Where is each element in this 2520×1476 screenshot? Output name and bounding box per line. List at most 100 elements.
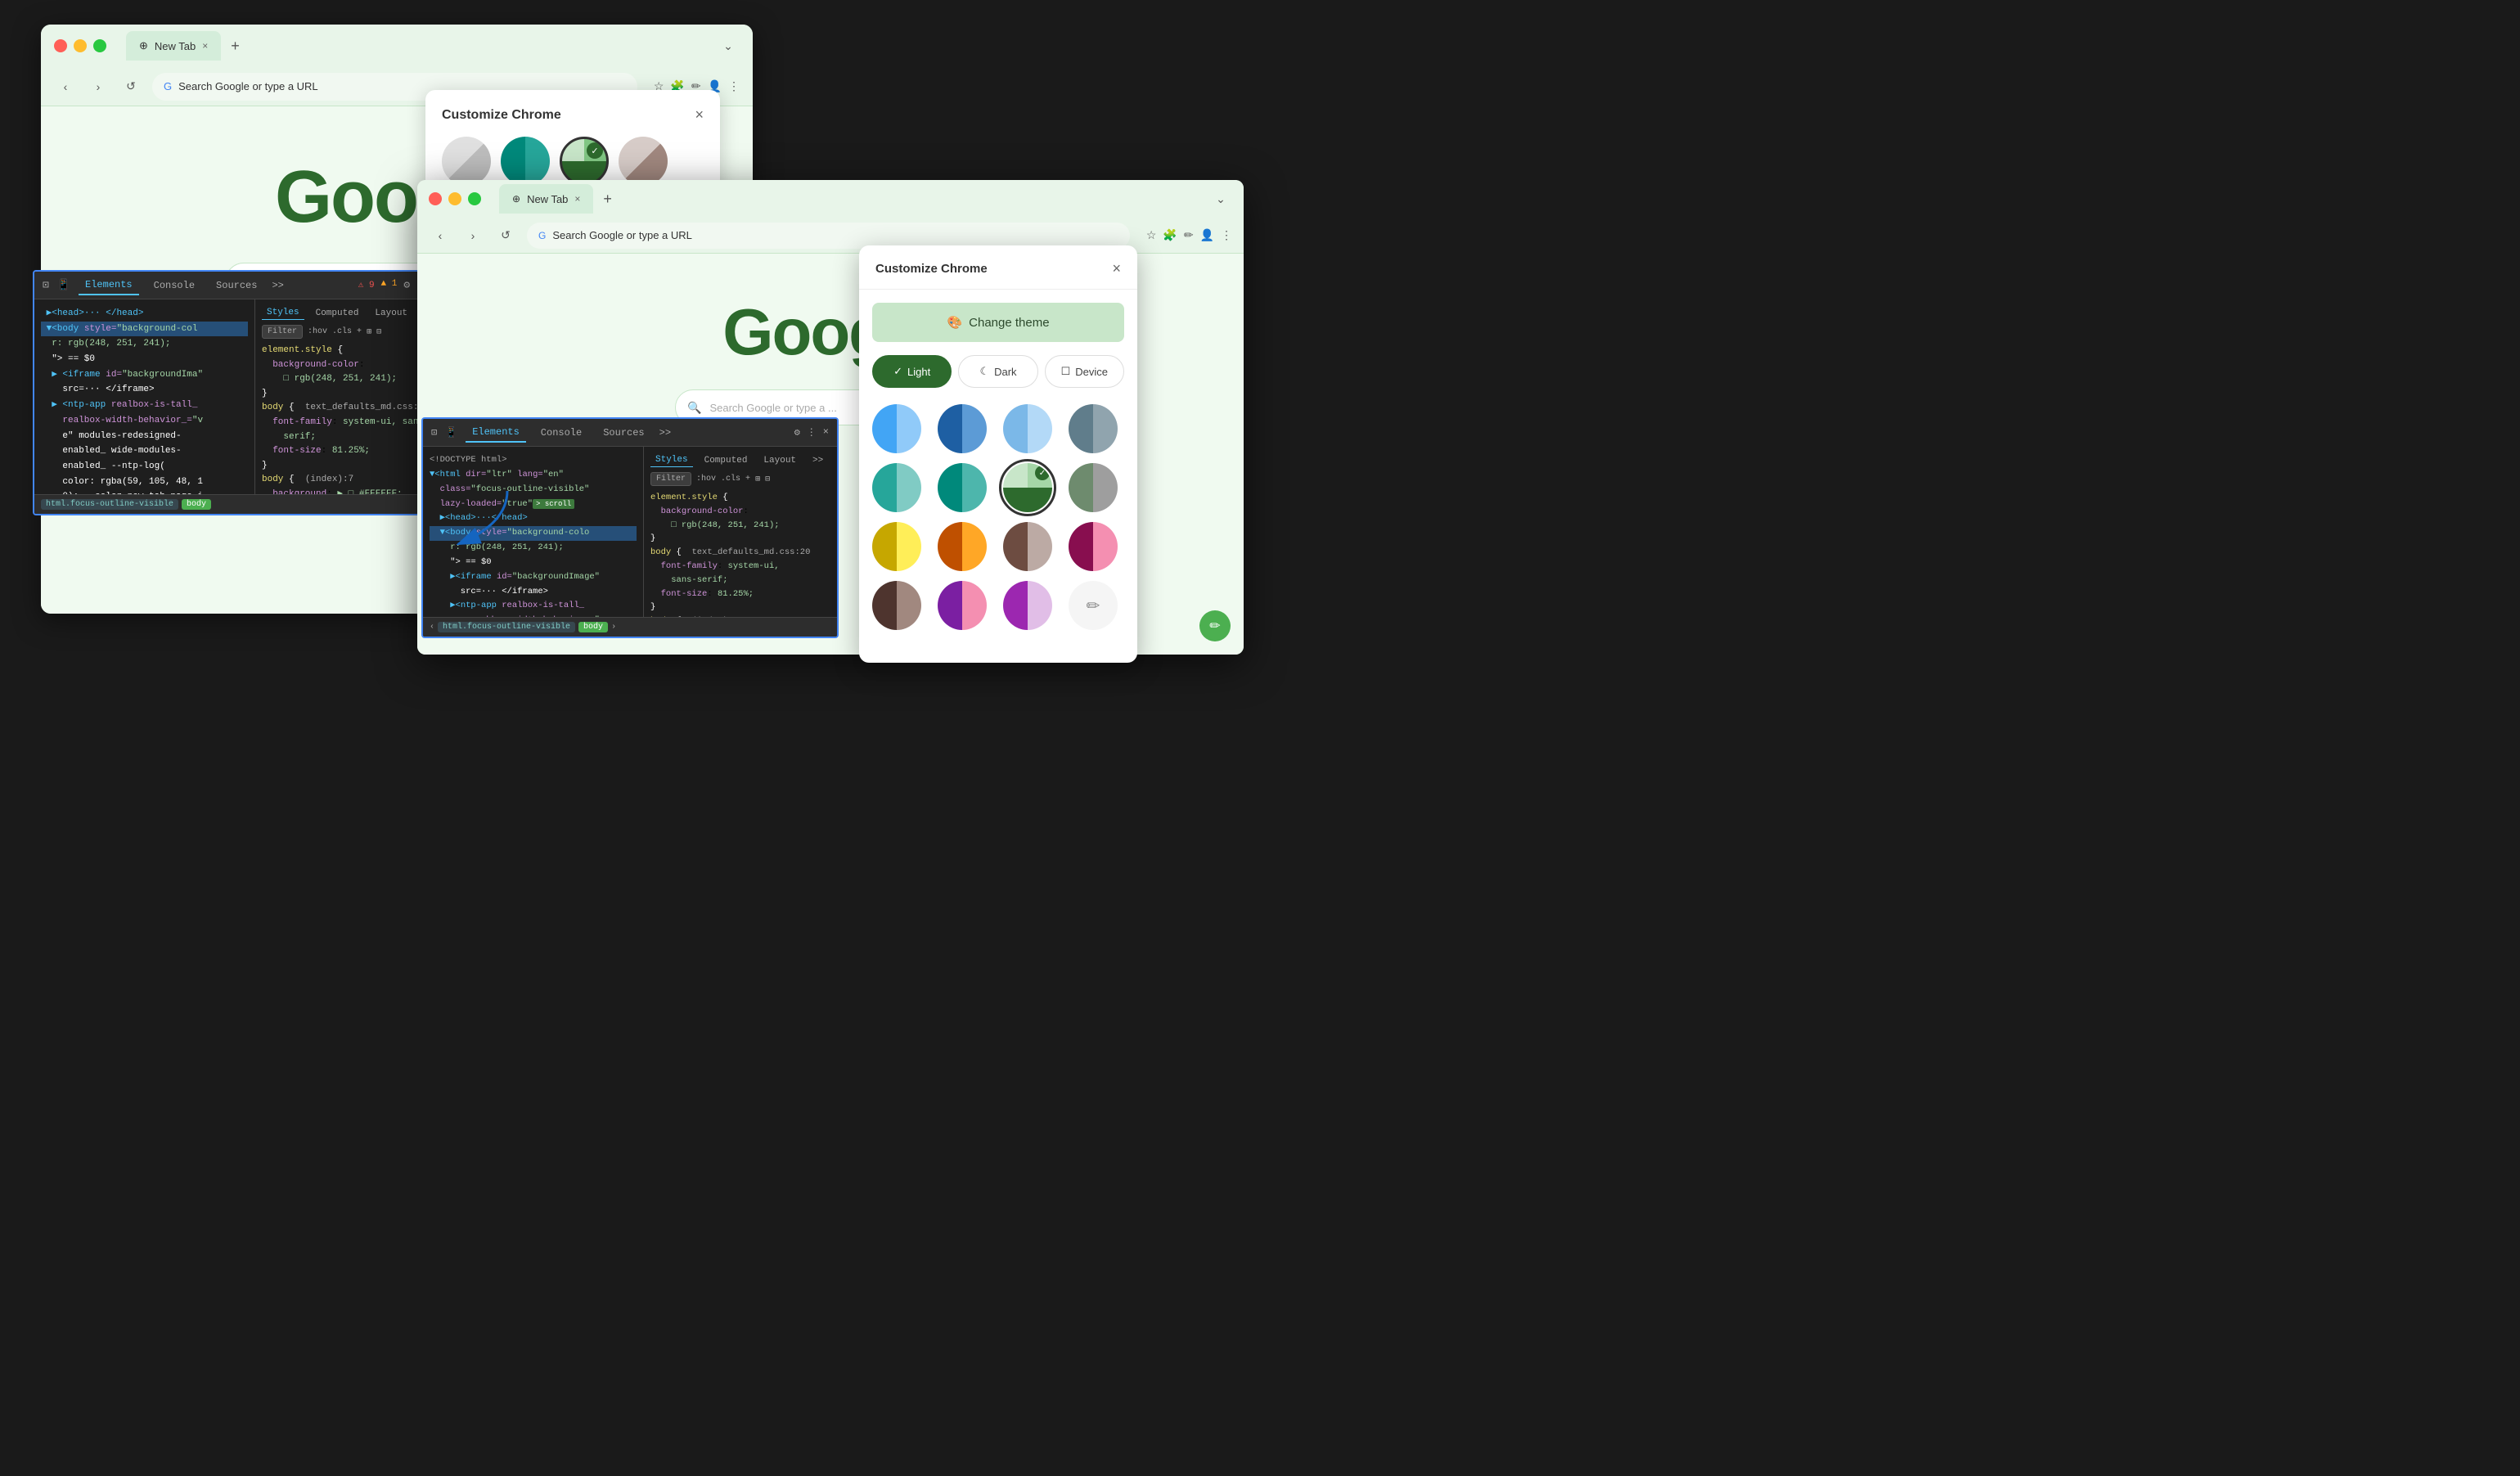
css-rule-2-back: body { text_defaults_md.css:20 [262, 401, 442, 416]
dom-body-front[interactable]: ▼<body style="background-colo [430, 526, 637, 541]
menu-icon-back[interactable]: ⋮ [728, 79, 740, 93]
swatch-lavender[interactable] [1003, 581, 1052, 630]
devtools-tab-elements-back[interactable]: Elements [79, 276, 139, 295]
minimize-button-back[interactable] [74, 39, 87, 52]
color-circle-green-back[interactable]: ✓ [560, 137, 609, 186]
layout-tab-back[interactable]: Layout [370, 307, 412, 320]
color-circle-teal-back[interactable] [501, 137, 550, 186]
devtools-settings-front[interactable]: ⚙ [794, 426, 800, 439]
devtools-tab-elements-front[interactable]: Elements [466, 423, 526, 443]
custom-color-button[interactable]: ✏ [1069, 581, 1118, 630]
devtools-close-front[interactable]: × [823, 426, 829, 439]
forward-button-front[interactable]: › [461, 224, 484, 247]
new-tab-button-front[interactable]: + [603, 191, 612, 208]
computed-tab-back[interactable]: Computed [311, 307, 364, 320]
maximize-button-front[interactable] [468, 192, 481, 205]
breadcrumb-body-front[interactable]: body [578, 622, 608, 632]
styles-tab-front[interactable]: Styles [650, 453, 693, 467]
minimize-button-front[interactable] [448, 192, 461, 205]
bookmark-icon-front[interactable]: ☆ [1146, 228, 1157, 242]
maximize-button-back[interactable] [93, 39, 106, 52]
swatch-orange[interactable] [938, 522, 987, 571]
omnibar-front[interactable]: G Search Google or type a URL [527, 223, 1130, 249]
back-button-back[interactable]: ‹ [54, 75, 77, 98]
layout-tab-front[interactable]: Layout [758, 454, 801, 467]
swatch-purple-pink[interactable] [938, 581, 987, 630]
devtools-tab-sources-back[interactable]: Sources [209, 277, 263, 295]
edit-icon-front[interactable]: ✏ [1184, 228, 1194, 242]
reload-button-front[interactable]: ↺ [494, 224, 517, 247]
window-maximize-front[interactable]: ⌄ [1209, 187, 1232, 210]
format-icon-front[interactable]: ⊞ [755, 475, 760, 484]
breadcrumb-body-back[interactable]: body [182, 499, 211, 510]
swatch-yellow[interactable] [872, 522, 921, 571]
devtools-tab-sources-front[interactable]: Sources [596, 424, 650, 442]
css-val-2a-back: serif; [262, 430, 442, 445]
swatch-blue-gray[interactable] [1069, 404, 1118, 453]
swatch-teal[interactable] [872, 463, 921, 512]
breadcrumb-html-back[interactable]: html.focus-outline-visible [41, 499, 178, 510]
tab-new-tab-back[interactable]: ⊕ New Tab × [126, 31, 221, 61]
swatch-blue-light[interactable] [872, 404, 921, 453]
cls-label-back: .cls [332, 327, 352, 336]
swatch-green[interactable]: ✓ [1003, 463, 1052, 512]
devtools-tab-more-back[interactable]: >> [272, 280, 283, 291]
filter-box-front[interactable]: Filter [650, 472, 691, 486]
swatch-blue-pale[interactable] [1003, 404, 1052, 453]
popup-close-back[interactable]: × [695, 106, 704, 124]
devtools-tab-more-front[interactable]: >> [659, 427, 671, 439]
profile-icon-front[interactable]: 👤 [1200, 228, 1214, 242]
swatch-blue-dark[interactable] [938, 404, 987, 453]
tab-close-front[interactable]: × [574, 193, 580, 205]
devtools-device-icon-front[interactable]: 📱 [445, 426, 457, 439]
tab-close-back[interactable]: × [202, 40, 208, 52]
css-prop-2a-front: font-family: system-ui, [650, 560, 830, 574]
dom-line-2-back[interactable]: ▼<body style="background-col [41, 322, 248, 337]
tab-new-tab-front[interactable]: ⊕ New Tab × [499, 184, 593, 214]
breadcrumb-end-arrow-front[interactable]: › [611, 623, 616, 632]
extensions-icon-front[interactable]: 🧩 [1163, 228, 1177, 242]
omnibar-text-front: Search Google or type a URL [552, 229, 692, 241]
devtools-more-front[interactable]: ⋮ [807, 426, 817, 439]
devtools-settings-back[interactable]: ⚙ [403, 279, 410, 291]
light-mode-button[interactable]: ✓ Light [872, 355, 952, 388]
panel-close-front[interactable]: × [1112, 260, 1121, 277]
swatch-green-gray[interactable] [1069, 463, 1118, 512]
close-button-front[interactable] [429, 192, 442, 205]
filter-box-back[interactable]: Filter [262, 325, 303, 339]
customize-shortcut-front[interactable]: ✏ [1199, 610, 1231, 641]
edit-btn-front[interactable]: ✏ [1199, 610, 1231, 641]
breadcrumb-arrow-front[interactable]: ‹ [430, 623, 434, 632]
devtools-tab-console-back[interactable]: Console [147, 277, 201, 295]
reload-button-back[interactable]: ↺ [119, 75, 142, 98]
toggle-icon-back[interactable]: ⊟ [376, 327, 381, 337]
close-button-back[interactable] [54, 39, 67, 52]
format-icon-back[interactable]: ⊞ [367, 327, 371, 337]
back-button-front[interactable]: ‹ [429, 224, 452, 247]
forward-button-back[interactable]: › [87, 75, 110, 98]
color-circle-neutral-back[interactable] [619, 137, 668, 186]
swatch-brown2[interactable] [872, 581, 921, 630]
swatch-pink[interactable] [1069, 522, 1118, 571]
devtools-tab-console-front[interactable]: Console [534, 424, 588, 442]
color-circle-gray-back[interactable] [442, 137, 491, 186]
dom-doctype-front: <!DOCTYPE html> [430, 453, 637, 468]
new-tab-button-back[interactable]: + [231, 38, 240, 55]
window-maximize-back[interactable]: ⌄ [717, 34, 740, 57]
devtools-inspect-icon-back[interactable]: ⊡ [43, 279, 49, 291]
breadcrumb-html-front[interactable]: html.focus-outline-visible [438, 622, 575, 632]
styles-tab-back[interactable]: Styles [262, 306, 304, 320]
computed-tab-front[interactable]: Computed [700, 454, 753, 467]
add-rule-back[interactable]: + [357, 327, 362, 336]
devtools-inspect-icon-front[interactable]: ⊡ [431, 426, 437, 439]
more-tabs-front[interactable]: >> [808, 454, 828, 467]
devtools-device-icon-back[interactable]: 📱 [57, 279, 70, 291]
add-rule-front[interactable]: + [745, 475, 750, 484]
change-theme-button[interactable]: 🎨 Change theme [872, 303, 1124, 342]
dark-mode-button[interactable]: ☾ Dark [958, 355, 1037, 388]
swatch-brown[interactable] [1003, 522, 1052, 571]
toggle-icon-front[interactable]: ⊟ [765, 475, 770, 484]
device-mode-button[interactable]: ☐ Device [1045, 355, 1124, 388]
swatch-teal-dark[interactable] [938, 463, 987, 512]
menu-icon-front[interactable]: ⋮ [1221, 228, 1232, 242]
